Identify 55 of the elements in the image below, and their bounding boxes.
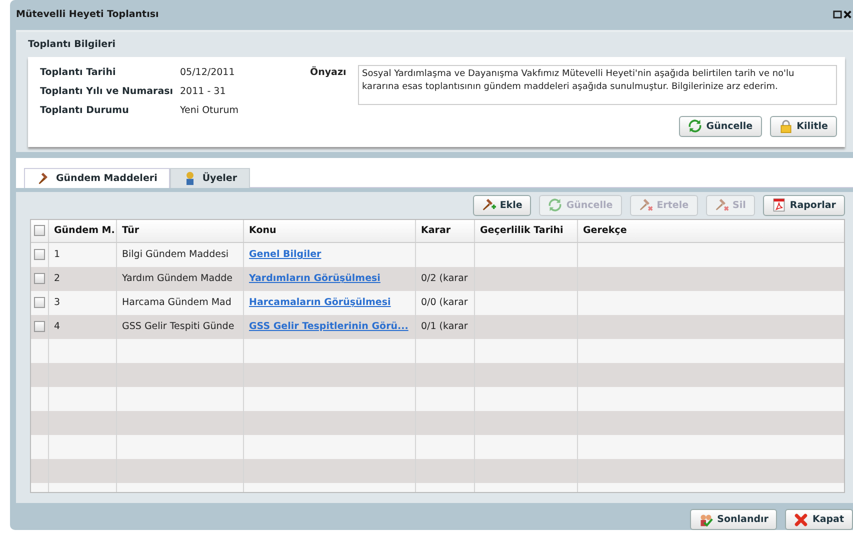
- tab[interactable]: Gündem Maddeleri: [24, 168, 170, 188]
- footer-button[interactable]: Kapat: [785, 509, 853, 530]
- toolbar-button[interactable]: Ekle: [472, 194, 532, 216]
- table-cell: Yardım Gündem Madde: [122, 273, 232, 284]
- gavel-x-icon: [638, 198, 653, 212]
- panel-title: Toplantı Bilgileri: [28, 38, 117, 52]
- refresh-icon: [548, 198, 562, 212]
- table-cell: 0/1 (karar: [421, 321, 468, 332]
- action-button[interactable]: Kilitle: [770, 116, 837, 137]
- table-cell: 2: [54, 273, 60, 284]
- maximize-icon[interactable]: [833, 10, 842, 20]
- column-header[interactable]: Gündem M.: [49, 220, 117, 242]
- toolbar-button[interactable]: Raporlar: [762, 194, 845, 216]
- topic-link[interactable]: Genel Bilgiler: [249, 249, 322, 260]
- table-cell: 0/0 (karar: [421, 297, 468, 308]
- table-cell: 4: [54, 321, 60, 332]
- column-header[interactable]: Konu: [244, 220, 416, 242]
- topic-link[interactable]: GSS Gelir Tespitlerinin Görü...: [249, 321, 408, 332]
- topic-link[interactable]: Harcamaların Görüşülmesi: [249, 297, 391, 308]
- close-icon: [794, 512, 808, 526]
- table-cell: 0/2 (karar: [421, 273, 468, 284]
- topic-link[interactable]: Yardımların Görüşülmesi: [249, 273, 380, 284]
- refresh-icon: [688, 119, 702, 134]
- column-header[interactable]: Geçerlilik Tarihi: [475, 220, 578, 242]
- preface-label: Önyazı: [310, 65, 348, 80]
- checkbox[interactable]: [34, 273, 45, 284]
- action-button[interactable]: Güncelle: [679, 116, 762, 137]
- field-value: 2011 - 31: [180, 86, 226, 97]
- gavel-plus-icon: [482, 198, 496, 212]
- checkbox[interactable]: [34, 249, 45, 260]
- table-cell: 3: [54, 297, 60, 308]
- field-label: Toplantı Yılı ve Numarası: [40, 86, 174, 97]
- window-title: Mütevelli Heyeti Toplantısı: [16, 9, 159, 20]
- tab[interactable]: Üyeler: [170, 168, 250, 188]
- gavel-x-icon: [714, 198, 729, 212]
- table-cell: 1: [54, 249, 60, 260]
- field-label: Toplantı Tarihi: [40, 66, 117, 78]
- preface-text: Sosyal Yardımlaşma ve Dayanışma Vakfımız Mütevelli Heyeti'nin aşağıda belirtilen tarih ve no'lu kararına esas toplantısının gündem maddeleri aşağıda sunulmuştur. Bilgilerinize arz ederim.: [358, 64, 837, 105]
- field-value: Yeni Oturum: [180, 104, 238, 116]
- lock-icon: [778, 119, 793, 134]
- column-header[interactable]: Karar: [416, 220, 475, 242]
- column-header[interactable]: Gerekçe: [578, 220, 844, 242]
- field-label: Toplantı Durumu: [40, 104, 130, 116]
- column-header[interactable]: Tür: [117, 220, 244, 242]
- table-cell: Harcama Gündem Mad: [122, 297, 232, 308]
- table-cell: Bilgi Gündem Maddesi: [122, 249, 229, 260]
- field-value: 05/12/2011: [180, 66, 235, 78]
- close-icon[interactable]: [843, 10, 852, 20]
- table-cell: GSS Gelir Tespiti Günde: [122, 321, 234, 332]
- footer-button[interactable]: Sonlandır: [690, 509, 778, 530]
- pdf-document-icon: [772, 198, 786, 212]
- checkbox[interactable]: [34, 297, 45, 308]
- people-check-icon: [699, 512, 714, 526]
- checkbox[interactable]: [34, 321, 45, 332]
- checkbox[interactable]: [34, 225, 45, 236]
